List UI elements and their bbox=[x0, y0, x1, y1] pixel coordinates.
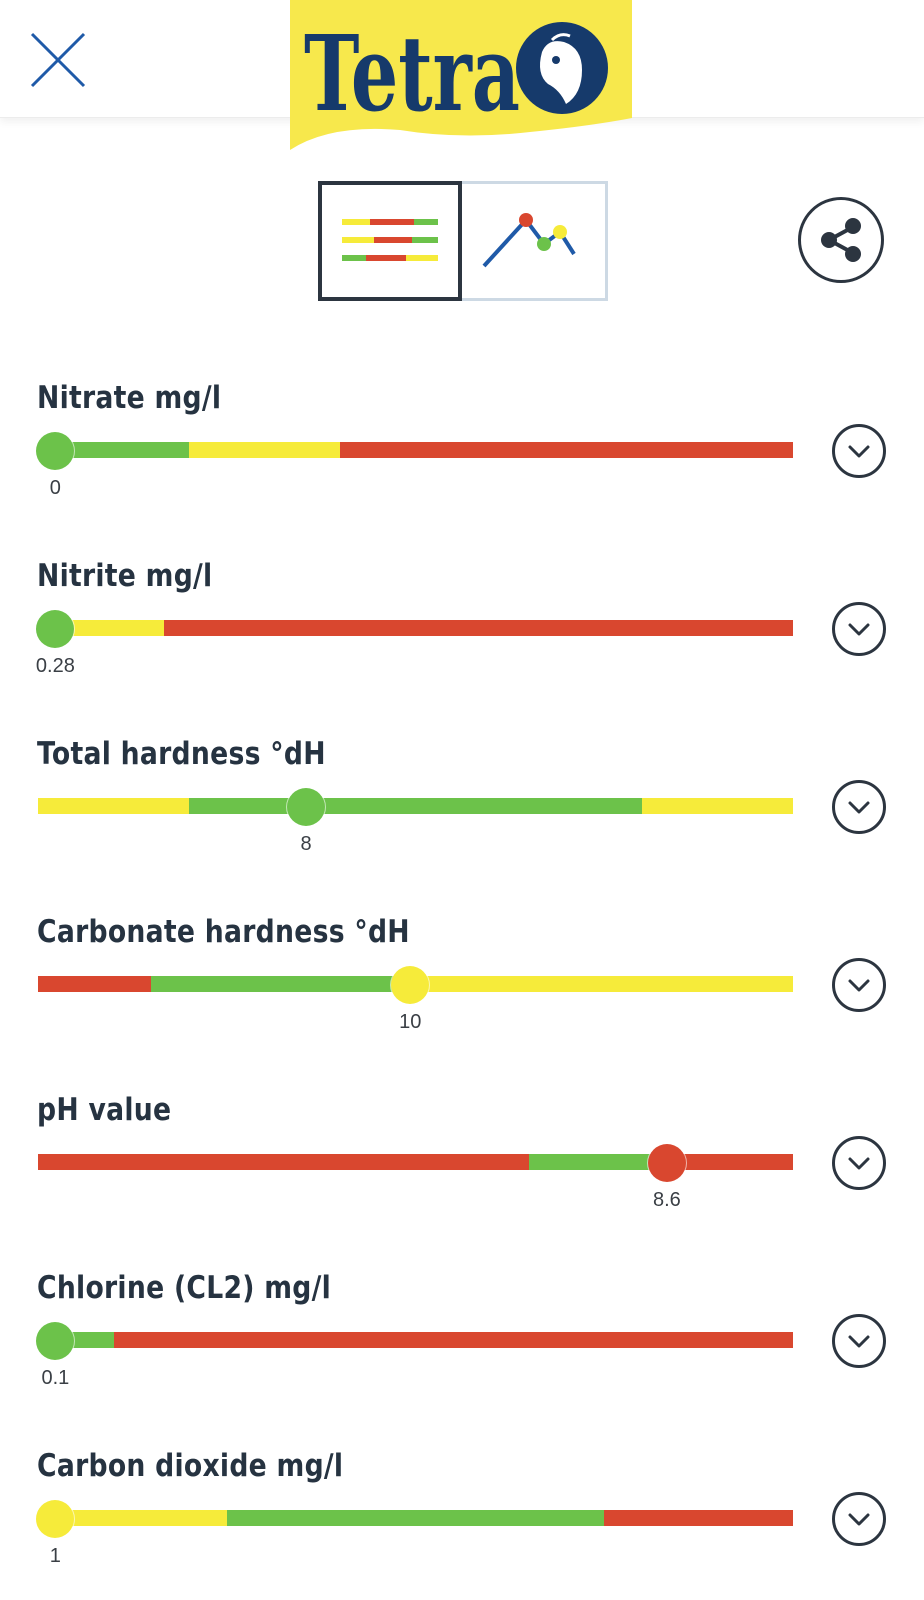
parameter-row: Carbon dioxide mg/l 1 bbox=[0, 1448, 924, 1600]
parameter-row: Total hardness °dH 8 bbox=[0, 736, 924, 914]
range-segment-yellow bbox=[38, 798, 189, 814]
value-marker[interactable] bbox=[647, 1144, 686, 1182]
range-bar bbox=[38, 1510, 793, 1526]
parameter-row: Nitrate mg/l 0 bbox=[0, 380, 924, 558]
parameter-label: pH value bbox=[37, 1092, 172, 1128]
parameter-row: Chlorine (CL2) mg/l 0.1 bbox=[0, 1270, 924, 1448]
expand-button[interactable] bbox=[832, 1314, 886, 1368]
range-segment-yellow bbox=[642, 798, 793, 814]
close-button[interactable] bbox=[22, 24, 94, 96]
value-label: 8.6 bbox=[653, 1189, 681, 1211]
chevron-down-icon bbox=[848, 623, 870, 636]
range-segment-red bbox=[38, 976, 152, 992]
range-segment-green bbox=[528, 1154, 658, 1170]
parameter-label: Chlorine (CL2) mg/l bbox=[37, 1270, 332, 1306]
range-bar bbox=[38, 620, 793, 636]
chevron-down-icon bbox=[848, 1513, 870, 1526]
chevron-down-icon bbox=[848, 801, 870, 814]
parameter-label: Carbon dioxide mg/l bbox=[37, 1448, 344, 1484]
range-segment-red bbox=[164, 620, 793, 636]
tetra-logo: Tetra bbox=[290, 0, 632, 156]
value-label: 8 bbox=[300, 833, 312, 855]
expand-button[interactable] bbox=[832, 1136, 886, 1190]
parameter-row: pH value 8.6 bbox=[0, 1092, 924, 1270]
share-icon bbox=[821, 218, 861, 262]
value-label: 0 bbox=[49, 477, 61, 499]
value-label: 1 bbox=[49, 1545, 61, 1567]
value-marker[interactable] bbox=[287, 788, 326, 826]
value-marker[interactable] bbox=[36, 610, 75, 648]
range-segment-red bbox=[340, 442, 793, 458]
range-bar bbox=[38, 1332, 793, 1348]
range-bar bbox=[38, 798, 793, 814]
value-marker[interactable] bbox=[36, 1500, 75, 1538]
value-label: 0.28 bbox=[35, 655, 75, 677]
range-segment-green bbox=[226, 1510, 605, 1526]
range-segment-red bbox=[113, 1332, 793, 1348]
range-bar bbox=[38, 442, 793, 458]
parameter-label: Nitrite mg/l bbox=[37, 558, 213, 594]
chevron-down-icon bbox=[848, 1335, 870, 1348]
value-label: 10 bbox=[399, 1011, 422, 1033]
range-segment-yellow bbox=[189, 442, 340, 458]
expand-button[interactable] bbox=[832, 780, 886, 834]
expand-button[interactable] bbox=[832, 1492, 886, 1546]
chevron-down-icon bbox=[848, 979, 870, 992]
parameter-row: Carbonate hardness °dH 10 bbox=[0, 914, 924, 1092]
chevron-down-icon bbox=[848, 1157, 870, 1170]
parameter-label: Nitrate mg/l bbox=[37, 380, 222, 416]
expand-button[interactable] bbox=[832, 424, 886, 478]
value-marker[interactable] bbox=[391, 966, 430, 1004]
parameter-label: Total hardness °dH bbox=[37, 736, 326, 772]
range-segment-red bbox=[604, 1510, 793, 1526]
view-toggle bbox=[318, 181, 608, 301]
expand-button[interactable] bbox=[832, 602, 886, 656]
list-view-button[interactable] bbox=[318, 181, 462, 301]
value-marker[interactable] bbox=[36, 1322, 75, 1360]
line-chart-icon bbox=[482, 213, 576, 268]
value-marker[interactable] bbox=[36, 432, 75, 470]
expand-button[interactable] bbox=[832, 958, 886, 1012]
close-icon bbox=[30, 32, 86, 88]
range-segment-yellow bbox=[415, 976, 793, 992]
share-button[interactable] bbox=[798, 197, 884, 283]
value-label: 0.1 bbox=[41, 1367, 70, 1389]
range-segment-green bbox=[151, 976, 416, 992]
range-segment-red bbox=[38, 1154, 529, 1170]
colored-bars-icon bbox=[342, 219, 438, 261]
chevron-down-icon bbox=[848, 445, 870, 458]
parameter-label: Carbonate hardness °dH bbox=[37, 914, 410, 950]
parameter-row: Nitrite mg/l 0.28 bbox=[0, 558, 924, 736]
logo-text: Tetra bbox=[304, 12, 520, 135]
chart-view-button[interactable] bbox=[462, 181, 608, 301]
range-segment-green bbox=[189, 798, 642, 814]
